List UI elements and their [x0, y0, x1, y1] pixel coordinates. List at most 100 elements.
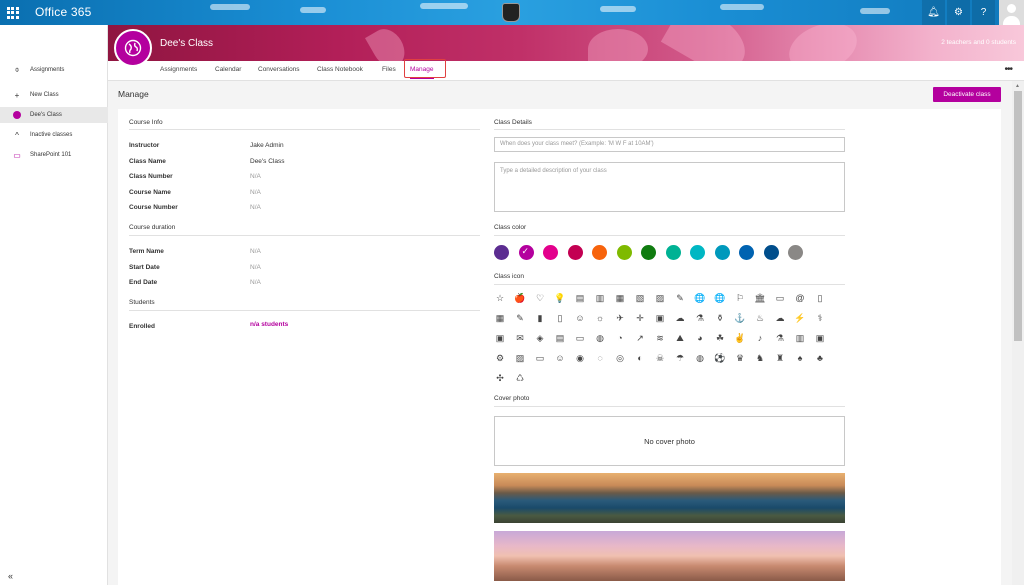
color-swatch[interactable]: [665, 245, 681, 260]
class-icon-option[interactable]: ✉: [514, 332, 526, 344]
class-icon-option[interactable]: ✣: [494, 372, 506, 384]
class-icon-option[interactable]: ⛰: [674, 332, 686, 344]
help-icon[interactable]: ?: [972, 0, 995, 25]
color-swatch[interactable]: [567, 245, 583, 260]
class-icon-option[interactable]: ▨: [654, 292, 666, 304]
class-icon-option[interactable]: ♠: [794, 352, 806, 364]
nav-item-sharepoint-101[interactable]: ▭ SharePoint 101: [0, 147, 108, 163]
class-icon-option[interactable]: ◕: [694, 332, 706, 344]
gear-icon[interactable]: ⚙: [947, 0, 970, 25]
avatar[interactable]: [999, 0, 1024, 25]
class-icon-option[interactable]: ▭: [574, 332, 586, 344]
class-icon-option[interactable]: ▦: [494, 312, 506, 324]
color-swatch[interactable]: [714, 245, 730, 260]
class-icon-option[interactable]: 🏛: [754, 292, 766, 304]
color-swatch[interactable]: [641, 245, 656, 260]
color-swatch[interactable]: [690, 245, 705, 260]
class-icon-option[interactable]: ⚙: [494, 352, 506, 364]
class-icon-option[interactable]: ▭: [534, 352, 546, 364]
class-icon-option[interactable]: ▤: [574, 292, 586, 304]
class-icon-option[interactable]: ☼: [594, 312, 606, 324]
class-icon-option[interactable]: ♛: [734, 352, 746, 364]
class-icon-option[interactable]: ☁: [774, 312, 786, 324]
class-icon-option[interactable]: ▥: [594, 292, 606, 304]
class-icon-option[interactable]: ▣: [814, 332, 826, 344]
class-icon-option[interactable]: ☺: [554, 352, 566, 364]
collapse-nav-button[interactable]: «: [8, 571, 13, 581]
class-icon-option[interactable]: ▯: [814, 292, 826, 304]
more-options-button[interactable]: •••: [1004, 64, 1012, 75]
description-textarea[interactable]: Type a detailed description of your clas…: [494, 162, 845, 212]
class-icon-option[interactable]: ♞: [754, 352, 766, 364]
class-icon-option[interactable]: ⚗: [694, 312, 706, 324]
class-icon-option[interactable]: ☂: [674, 352, 686, 364]
enrolled-students-link[interactable]: n/a students: [250, 321, 288, 328]
color-swatch[interactable]: [494, 245, 509, 260]
brand-title[interactable]: Office 365: [35, 5, 91, 19]
class-icon-option[interactable]: ▯: [554, 312, 566, 324]
nav-item-new-class[interactable]: + New Class: [0, 87, 108, 103]
class-icon-option[interactable]: ◌: [594, 352, 606, 364]
class-icon-option[interactable]: ▦: [614, 292, 626, 304]
class-icon-option[interactable]: ☘: [714, 332, 726, 344]
color-swatch[interactable]: [763, 245, 779, 260]
class-icon-option[interactable]: ✛: [634, 312, 646, 324]
tab-class-notebook[interactable]: Class Notebook: [317, 61, 363, 79]
class-icon-option[interactable]: ☺: [574, 312, 586, 324]
class-icon-option[interactable]: ▥: [794, 332, 806, 344]
bell-icon[interactable]: 🔔︎: [922, 0, 945, 25]
app-launcher-button[interactable]: [0, 0, 25, 25]
class-icon-option[interactable]: ◔: [614, 332, 626, 344]
class-icon-option[interactable]: ♜: [774, 352, 786, 364]
color-swatch[interactable]: [616, 245, 632, 260]
class-icon-option[interactable]: ⚐: [734, 292, 746, 304]
class-icon-option[interactable]: ↗: [634, 332, 646, 344]
cover-photo-lake[interactable]: [494, 473, 845, 523]
schedule-input[interactable]: When does your class meet? (Example: 'M …: [494, 137, 845, 152]
tab-files[interactable]: Files: [382, 61, 396, 79]
color-swatch[interactable]: [739, 245, 754, 260]
tab-calendar[interactable]: Calendar: [215, 61, 241, 79]
class-icon-option[interactable]: ☠: [654, 352, 666, 364]
tab-assignments[interactable]: Assignments: [160, 61, 197, 79]
nav-item-dees-class[interactable]: Dee's Class: [0, 107, 108, 123]
class-icon-option[interactable]: ◐: [634, 352, 646, 364]
class-icon-option[interactable]: ◉: [574, 352, 586, 364]
deactivate-class-button[interactable]: Deactivate class: [933, 87, 1001, 102]
color-swatch[interactable]: [518, 245, 534, 260]
class-icon-option[interactable]: ▣: [654, 312, 666, 324]
class-icon-option[interactable]: ⚗: [774, 332, 786, 344]
class-icon-option[interactable]: @: [794, 292, 806, 304]
class-icon-option[interactable]: ✌: [734, 332, 746, 344]
scroll-up-icon[interactable]: ▲: [1015, 83, 1020, 89]
tab-conversations[interactable]: Conversations: [258, 61, 300, 79]
class-icon-option[interactable]: ☁: [674, 312, 686, 324]
class-icon-option[interactable]: ♡: [534, 292, 546, 304]
vertical-scrollbar[interactable]: ▲: [1012, 81, 1024, 585]
class-icon-option[interactable]: 🍎: [514, 292, 526, 304]
class-icon-option[interactable]: ⚓: [734, 312, 746, 324]
cover-photo-rocks[interactable]: [494, 531, 845, 581]
class-icon-option[interactable]: ♺: [514, 372, 526, 384]
class-icon-option[interactable]: ◍: [594, 332, 606, 344]
class-icon-option[interactable]: ✎: [674, 292, 686, 304]
class-icon-option[interactable]: ⚱: [714, 312, 726, 324]
class-icon-option[interactable]: ⚡: [794, 312, 806, 324]
nav-item-inactive-classes[interactable]: ^ Inactive classes: [0, 127, 108, 143]
class-icon-option[interactable]: ▮: [534, 312, 546, 324]
class-icon-option[interactable]: ✈: [614, 312, 626, 324]
class-icon-option[interactable]: ≋: [654, 332, 666, 344]
class-icon-option[interactable]: ◎: [614, 352, 626, 364]
class-icon-option[interactable]: 🌐: [714, 292, 726, 304]
class-icon-option[interactable]: ▭: [774, 292, 786, 304]
class-icon-option[interactable]: ✎: [514, 312, 526, 324]
class-icon-option[interactable]: ⚽: [714, 352, 726, 364]
class-icon-option[interactable]: ♣: [814, 352, 826, 364]
class-icon-option[interactable]: 💡: [554, 292, 566, 304]
color-swatch[interactable]: [788, 245, 803, 260]
class-icon-option[interactable]: ▣: [494, 332, 506, 344]
no-cover-photo-option[interactable]: No cover photo: [494, 416, 845, 466]
class-icon-option[interactable]: ⚕: [814, 312, 826, 324]
class-icon-option[interactable]: ▤: [554, 332, 566, 344]
class-icon-option[interactable]: 🌐: [694, 292, 706, 304]
